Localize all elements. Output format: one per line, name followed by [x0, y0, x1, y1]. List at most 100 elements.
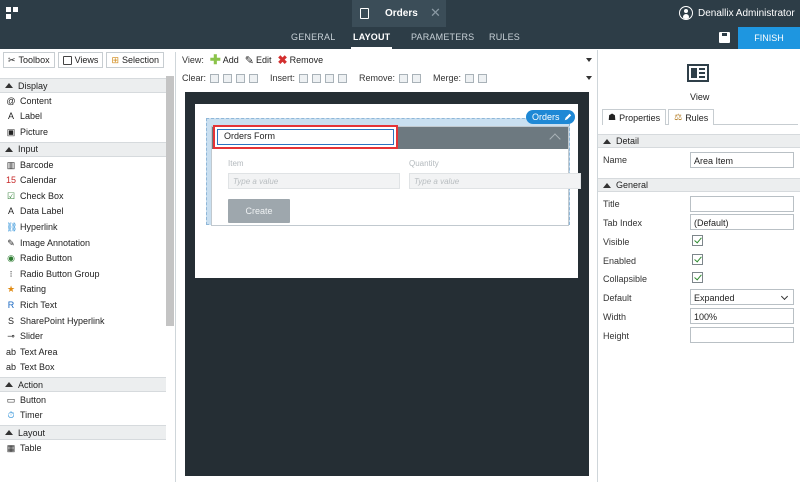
tab-properties[interactable]: ☗ Properties — [602, 109, 667, 125]
detail-section[interactable]: Detail — [598, 134, 800, 148]
property-tabs: ☗ Properties ⚖ Rules — [602, 109, 798, 125]
toolbar-caret-icon[interactable] — [586, 58, 592, 62]
pencil-icon[interactable] — [564, 113, 572, 121]
document-icon — [360, 8, 369, 19]
merge-horizontal-icon[interactable] — [465, 73, 475, 83]
view-caption: View — [690, 92, 710, 102]
height-input[interactable] — [690, 327, 794, 343]
category-input[interactable]: Input — [0, 141, 166, 157]
insert-left-icon[interactable] — [299, 73, 309, 83]
user-menu[interactable]: Denallix Administrator — [679, 6, 795, 20]
quantity-label: Quantity — [409, 159, 439, 168]
tab-index-input[interactable]: (Default) — [690, 214, 794, 230]
title-input[interactable] — [690, 196, 794, 212]
enabled-checkbox[interactable] — [692, 254, 703, 265]
design-canvas: Orders Orders Form Item Type a value Qua… — [185, 92, 589, 476]
toolbox-item-table[interactable]: ▦ Table — [0, 440, 166, 456]
toolbox-item-picture[interactable]: ▣ Picture — [0, 124, 166, 140]
left-panel-tabs: ✂ Toolbox Views ⊞ Selection — [0, 52, 176, 68]
toolbar-caret-icon[interactable] — [586, 76, 592, 80]
tab-views[interactable]: Views — [57, 52, 104, 68]
document-tab[interactable]: Orders ✕ — [352, 0, 446, 27]
collapse-triangle-icon — [5, 146, 13, 152]
toolbox-item-timer[interactable]: ⏱ Timer — [0, 408, 166, 424]
app-menu-icon[interactable] — [6, 7, 18, 19]
toolbox-item-data-label[interactable]: A Data Label — [0, 204, 166, 220]
avatar-icon — [679, 6, 693, 20]
toolbox-item-radio-button-group[interactable]: ⁝ Radio Button Group — [0, 266, 166, 282]
views-icon — [62, 55, 72, 65]
toolbox-item-check-box[interactable]: ☑ Check Box — [0, 188, 166, 204]
content-icon: @ — [6, 95, 16, 106]
insert-below-icon[interactable] — [338, 73, 348, 83]
tab-rules[interactable]: RULES — [489, 32, 520, 42]
toolbox-item-hyperlink[interactable]: ⛓ Hyperlink — [0, 219, 166, 235]
close-icon[interactable]: ✕ — [430, 5, 441, 21]
form-title: Orders Form — [224, 131, 276, 141]
toolbox-item-content[interactable]: @ Content — [0, 93, 166, 109]
toolbox-item-radio-button[interactable]: ◉ Radio Button — [0, 250, 166, 266]
properties-panel: View ☗ Properties ⚖ Rules Detail Name Area… — [597, 50, 800, 482]
name-input[interactable]: Area Item — [690, 152, 794, 168]
toolbox-item-sharepoint-hyperlink[interactable]: S SharePoint Hyperlink — [0, 313, 166, 329]
toolbox-icon: ✂ — [8, 54, 16, 65]
top-bar: Orders ✕ Denallix Administrator — [0, 0, 800, 27]
save-icon[interactable] — [719, 32, 730, 43]
remove-row-icon[interactable] — [412, 73, 422, 83]
remove-column-icon[interactable] — [399, 73, 409, 83]
designer-tabs: GENERAL LAYOUT PARAMETERS RULES — [0, 27, 800, 49]
tab-selection[interactable]: ⊞ Selection — [106, 52, 165, 68]
toolbox-item-calendar[interactable]: 15 Calendar — [0, 172, 166, 188]
toolbox-item-slider[interactable]: ⊸ Slider — [0, 328, 166, 344]
insert-above-icon[interactable] — [325, 73, 335, 83]
tab-layout[interactable]: LAYOUT — [350, 32, 393, 49]
merge-vertical-icon[interactable] — [478, 73, 488, 83]
toolbox-item-text-area[interactable]: ab Text Area — [0, 344, 166, 360]
add-icon: ✚ — [209, 52, 221, 67]
category-action[interactable]: Action — [0, 377, 166, 393]
image-annotation-icon: ✎ — [7, 237, 15, 248]
item-input[interactable]: Type a value — [228, 173, 400, 189]
create-button[interactable]: Create — [228, 199, 290, 223]
default-select[interactable]: Expanded — [690, 289, 794, 305]
general-section[interactable]: General — [598, 178, 800, 192]
clear-table-icon[interactable] — [249, 73, 259, 83]
collapsible-checkbox[interactable] — [692, 272, 703, 283]
toolbox-item-text-box[interactable]: ab Text Box — [0, 360, 166, 376]
toolbox-item-rich-text[interactable]: R Rich Text — [0, 297, 166, 313]
item-label: Item — [228, 159, 244, 168]
clear-row-icon[interactable] — [223, 73, 233, 83]
toolbox-item-barcode[interactable]: ▥ Barcode — [0, 157, 166, 173]
finish-button[interactable]: FINISH — [738, 27, 800, 49]
insert-right-icon[interactable] — [312, 73, 322, 83]
clear-cell-icon[interactable] — [210, 73, 220, 83]
tab-general[interactable]: GENERAL — [291, 32, 335, 42]
category-layout[interactable]: Layout — [0, 425, 166, 441]
properties-icon: ☗ — [608, 112, 617, 122]
tab-toolbox[interactable]: ✂ Toolbox — [3, 52, 55, 68]
tab-parameters[interactable]: PARAMETERS — [411, 32, 474, 42]
category-display[interactable]: Display — [0, 78, 166, 93]
tab-rules-panel[interactable]: ⚖ Rules — [668, 109, 715, 125]
toolbox-scrollbar[interactable] — [166, 76, 174, 326]
slider-icon: ⊸ — [7, 331, 15, 342]
radio-button-group-icon: ⁝ — [9, 268, 13, 279]
add-button[interactable]: ✚ Add — [210, 52, 239, 68]
collapse-icon[interactable] — [549, 133, 561, 145]
remove-button[interactable]: ✖ Remove — [278, 53, 324, 67]
width-input[interactable]: 100% — [690, 308, 794, 324]
toolbox-item-image-annotation[interactable]: ✎ Image Annotation — [0, 235, 166, 251]
visible-checkbox[interactable] — [692, 235, 703, 246]
toolbox-item-button[interactable]: ▭ Button — [0, 392, 166, 408]
clear-label: Clear: — [182, 73, 207, 83]
edit-button[interactable]: ✎ Edit — [245, 54, 272, 67]
area-tag[interactable]: Orders — [526, 110, 575, 124]
barcode-icon: ▥ — [6, 159, 16, 170]
form-title-box[interactable]: Orders Form — [213, 125, 398, 149]
toolbox-item-rating[interactable]: ★ Rating — [0, 282, 166, 298]
quantity-input[interactable]: Type a value — [409, 173, 581, 189]
clear-column-icon[interactable] — [236, 73, 246, 83]
toolbox-item-label[interactable]: A Label — [0, 109, 166, 125]
name-label: Name — [603, 155, 628, 165]
selection-icon: ⊞ — [111, 54, 119, 65]
